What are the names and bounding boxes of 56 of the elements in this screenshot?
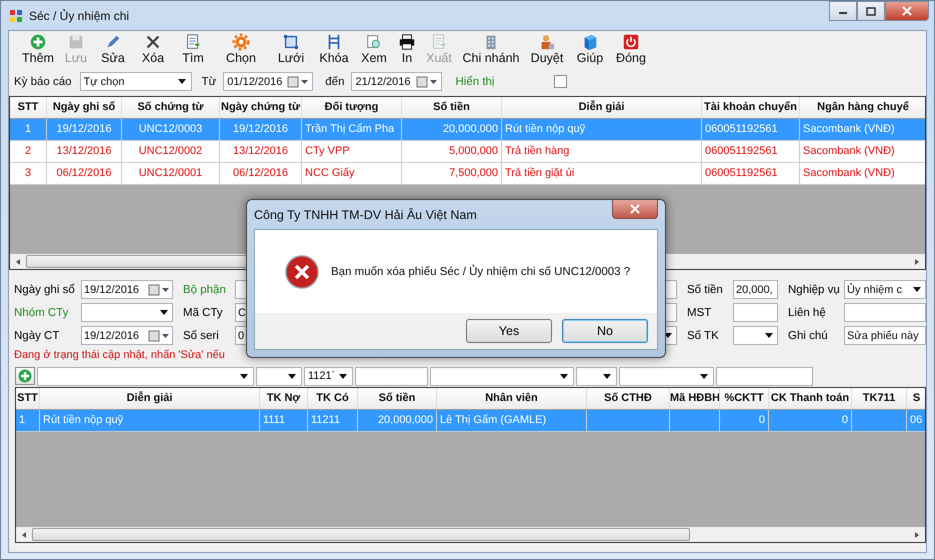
table-cell: 0	[720, 410, 769, 431]
table-cell: 1	[10, 119, 47, 140]
table-cell: 20,000,000	[358, 410, 437, 431]
field-label: Bộ phận	[183, 284, 227, 296]
table-cell: 0	[769, 410, 852, 431]
table-cell: 7,500,000	[402, 163, 502, 184]
table-cell: 06/12/2016	[47, 163, 122, 184]
field-label: đến	[325, 76, 344, 88]
field-label: Kỳ báo cáo	[14, 76, 72, 88]
field-label: Ghi chú	[788, 330, 829, 342]
table-cell: 19/12/2016	[47, 119, 122, 140]
table-cell: Sacombank (VNĐ)	[800, 163, 925, 184]
table-cell: 3	[10, 163, 47, 184]
table-cell: CTy VPP	[302, 141, 402, 162]
table-cell: 19/12/2016	[220, 119, 302, 140]
field-label: Liên hệ	[788, 306, 827, 318]
table-cell: Rút tiền nộp quỹ	[40, 410, 260, 431]
table-cell: 060051192561	[702, 119, 800, 140]
table-cell: Sacombank (VNĐ)	[800, 119, 925, 140]
field-label: Nghiệp vụ	[788, 284, 841, 296]
table-cell: 060051192561	[702, 141, 800, 162]
table-cell: 5,000,000	[402, 141, 502, 162]
field-label: Số seri	[183, 330, 220, 342]
table-cell: Lê Thị Gấm (GAMLE)	[437, 410, 587, 431]
table-cell: UNC12/0003	[122, 119, 220, 140]
table-cell: 20,000,000	[402, 119, 502, 140]
table-cell: 06/12/2016	[220, 163, 302, 184]
window-title: Séc / Ủy nhiệm chi	[29, 8, 130, 22]
table-cell: 13/12/2016	[220, 141, 302, 162]
table-cell: 060051192561	[702, 163, 800, 184]
field-label: Ngày CT	[14, 330, 60, 342]
table-cell: Trả tiền hàng	[502, 141, 702, 162]
table-cell: 2	[10, 141, 47, 162]
table-cell: NCC Giấy	[302, 163, 402, 184]
field-label: Số tiền	[687, 284, 724, 296]
table-cell: 13/12/2016	[47, 141, 122, 162]
field-label: Hiển thị	[455, 76, 494, 88]
field-label: Từ	[202, 76, 216, 88]
dialog-title: Công Ty TNHH TM-DV Hải Âu Việt Nam	[254, 208, 477, 222]
field-label: Nhóm CTy	[14, 306, 70, 318]
field-label: Số TK	[687, 330, 720, 342]
table-cell: Rút tiền nộp quỹ	[502, 119, 702, 140]
table-cell: Sacombank (VNĐ)	[800, 141, 925, 162]
table-cell: 1111	[260, 410, 308, 431]
table-cell: 06	[907, 410, 925, 431]
table-cell: UNC12/0001	[122, 163, 220, 184]
table-cell: 11211	[308, 410, 358, 431]
field-label: MST	[687, 306, 712, 318]
table-cell: 1	[16, 410, 40, 431]
dialog-message: Bạn muốn xóa phiếu Séc / Ủy nhiệm chi số UNC12/0003 ?	[331, 266, 630, 278]
status-message: Đang ở trạng thái cập nhật, nhấn 'Sửa' nếu	[14, 349, 226, 361]
table-cell: Trần Thị Cẩm Pha	[302, 119, 402, 140]
table-cell: UNC12/0002	[122, 141, 220, 162]
table-cell: Trả tiền giặt ủi	[502, 163, 702, 184]
field-label: Ngày ghi sổ	[14, 284, 76, 296]
field-label: Mã CTy	[183, 306, 224, 318]
